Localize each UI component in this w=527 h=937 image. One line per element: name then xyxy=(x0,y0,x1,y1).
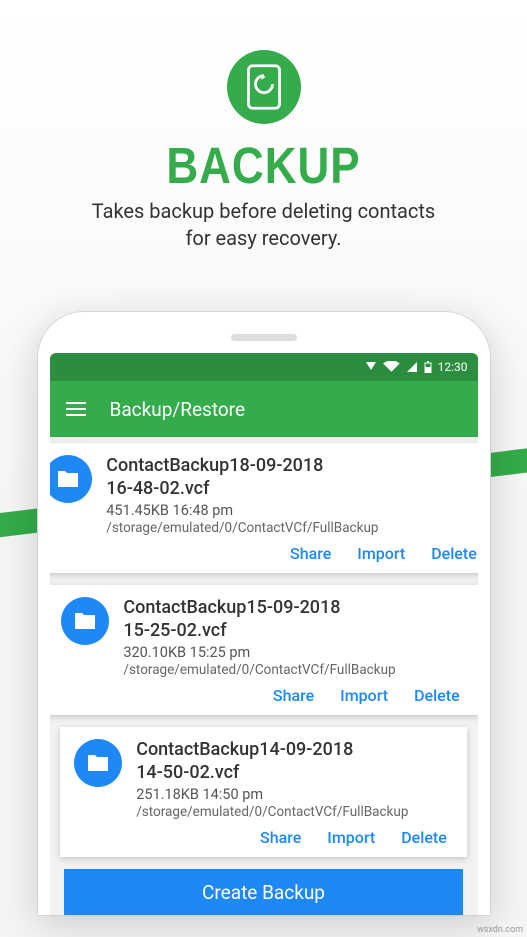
share-button[interactable]: Share xyxy=(290,544,331,563)
import-button[interactable]: Import xyxy=(340,686,388,705)
delete-button[interactable]: Delete xyxy=(431,544,477,563)
backup-path: /storage/emulated/0/ContactVCf/FullBacku… xyxy=(123,662,465,678)
create-backup-button[interactable]: Create Backup xyxy=(64,869,462,915)
backup-card: ContactBackup14-09-201814-50-02.vcf 251.… xyxy=(60,727,467,857)
import-button[interactable]: Import xyxy=(357,544,405,563)
backup-filename: ContactBackup18-09-201816-48-02.vcf xyxy=(106,455,477,500)
backup-card: ContactBackup18-09-201816-48-02.vcf 451.… xyxy=(50,443,478,573)
phone-frame: 12:30 Backup/Restore ContactBackup18-09-… xyxy=(38,312,490,915)
menu-icon[interactable] xyxy=(66,402,86,416)
delete-button[interactable]: Delete xyxy=(401,828,447,847)
backup-filename: ContactBackup15-09-201815-25-02.vcf xyxy=(123,597,465,642)
delete-button[interactable]: Delete xyxy=(414,686,460,705)
backup-path: /storage/emulated/0/ContactVCf/FullBacku… xyxy=(106,520,477,536)
folder-icon xyxy=(74,739,122,787)
folder-icon xyxy=(61,597,109,645)
cell-signal-icon xyxy=(406,361,418,373)
import-button[interactable]: Import xyxy=(327,828,375,847)
hero-title: BACKUP xyxy=(0,138,527,196)
watermark: wsxdn.com xyxy=(477,925,523,935)
backup-size-time: 251.18KB 14:50 pm xyxy=(136,786,453,803)
battery-icon xyxy=(424,361,432,373)
backup-card: ContactBackup15-09-201815-25-02.vcf 320.… xyxy=(50,585,478,715)
app-bar: Backup/Restore xyxy=(50,381,478,437)
status-bar: 12:30 xyxy=(50,353,478,381)
backup-filename: ContactBackup14-09-201814-50-02.vcf xyxy=(136,739,453,784)
folder-icon xyxy=(50,455,93,503)
backup-hero-icon xyxy=(227,50,301,124)
phone-speaker xyxy=(231,334,297,341)
backup-size-time: 320.10KB 15:25 pm xyxy=(123,644,465,661)
wifi-icon xyxy=(383,361,400,373)
share-button[interactable]: Share xyxy=(273,686,314,705)
signal-down-icon xyxy=(365,361,377,373)
backup-path: /storage/emulated/0/ContactVCf/FullBacku… xyxy=(136,804,453,820)
appbar-title: Backup/Restore xyxy=(110,398,246,421)
hero-subtitle: Takes backup before deleting contacts fo… xyxy=(0,198,527,252)
status-time: 12:30 xyxy=(438,360,468,374)
share-button[interactable]: Share xyxy=(260,828,301,847)
backup-size-time: 451.45KB 16:48 pm xyxy=(106,502,477,519)
